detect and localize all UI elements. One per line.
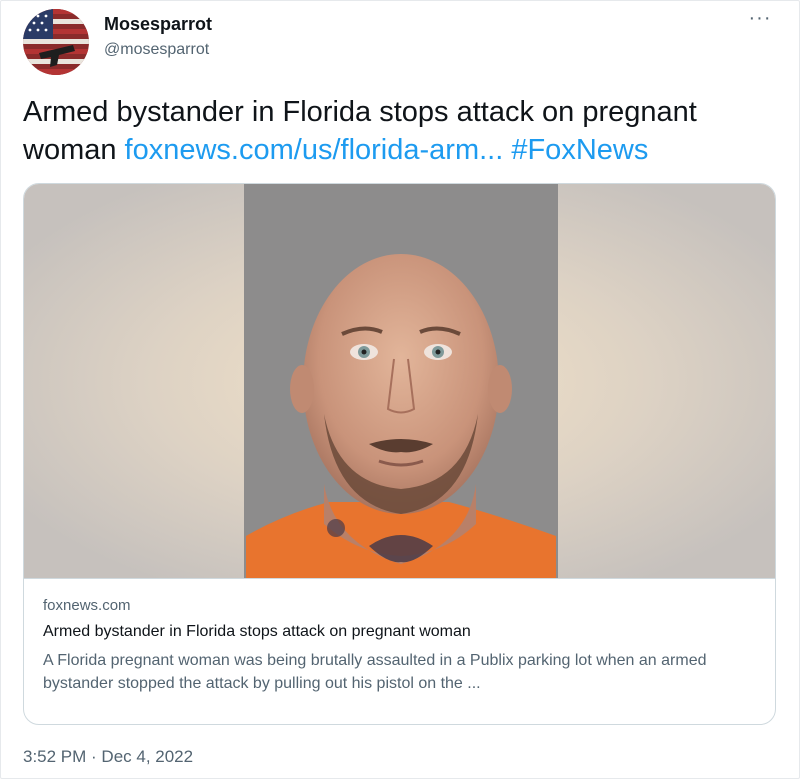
card-image[interactable] [24,184,775,579]
author-avatar[interactable] [23,9,89,75]
link-preview-card[interactable]: foxnews.com Armed bystander in Florida s… [23,183,776,725]
card-domain: foxnews.com [43,597,131,614]
tweet-text: Armed bystander in Florida stops attack … [23,93,763,169]
hashtag-link[interactable]: #FoxNews [511,134,648,166]
article-link[interactable]: foxnews.com/us/florida-arm... [125,134,504,166]
tweet-timestamp[interactable]: 3:52 PM · Dec 4, 2022 [23,747,193,767]
tweet-container: Mosesparrot @mosesparrot ··· Armed bysta… [0,0,800,779]
more-dots-icon[interactable]: ··· [743,8,777,33]
card-title: Armed bystander in Florida stops attack … [43,623,471,640]
author-handle[interactable]: @mosesparrot [104,41,209,59]
card-description: A Florida pregnant woman was being bruta… [43,652,707,692]
author-name[interactable]: Mosesparrot [104,14,212,35]
